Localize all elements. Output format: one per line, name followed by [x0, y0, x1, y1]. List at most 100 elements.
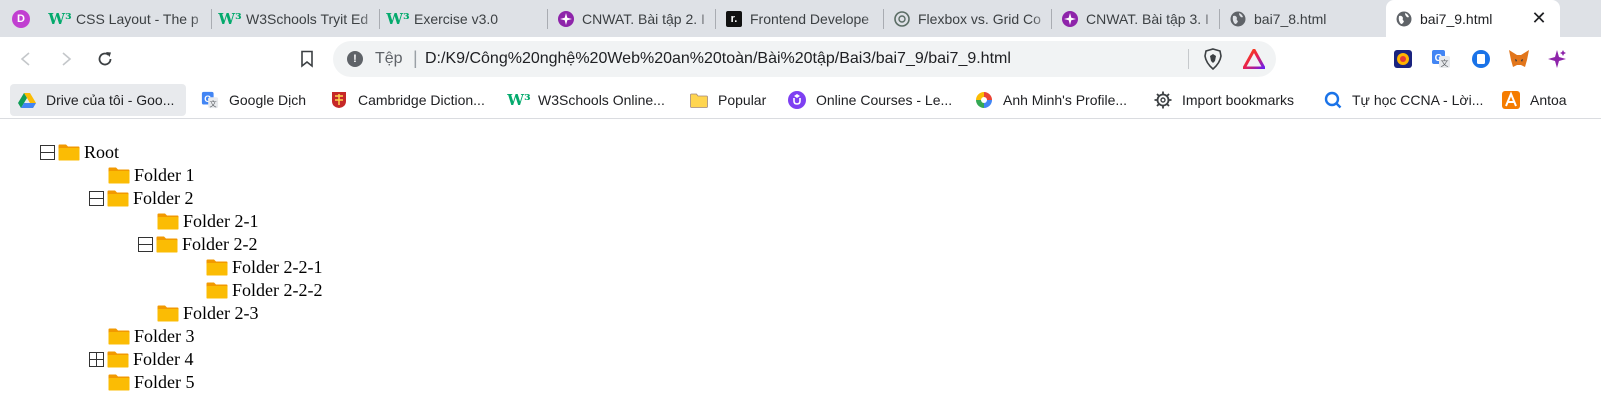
google-translate-button[interactable]: G文: [1430, 48, 1452, 70]
metamask-icon: [1509, 50, 1529, 67]
folder-icon: [108, 328, 130, 345]
tree-node-label[interactable]: Folder 1: [134, 165, 195, 186]
bookmark-w3schools-online[interactable]: W³ W3Schools Online...: [502, 84, 673, 116]
folder-icon: [107, 351, 129, 368]
collapse-toggle-icon[interactable]: [40, 145, 55, 160]
tab-bai7-8[interactable]: bai7_8.html: [1220, 0, 1386, 37]
tree-node-label[interactable]: Folder 2-3: [183, 303, 259, 324]
tab-cnwat-2[interactable]: CNWAT. Bài tập 2. I: [548, 0, 716, 37]
reload-icon: [98, 52, 112, 66]
tree-node: Root: [40, 141, 119, 164]
tree-node: Folder 2-2-1: [206, 256, 322, 279]
reload-button[interactable]: [91, 45, 119, 73]
tree-node-label[interactable]: Folder 2-2-1: [232, 257, 322, 278]
bookmark-label: Drive của tôi - Goo...: [46, 92, 175, 108]
collapse-toggle-icon[interactable]: [138, 237, 153, 252]
address-bar[interactable]: ! Tệp | D:/K9/Công%20nghệ%20Web%20an%20t…: [333, 41, 1276, 77]
sparkle-icon: [558, 10, 574, 27]
bookmark-anh-minh-profile[interactable]: Anh Minh's Profile...: [967, 84, 1135, 116]
folder-icon: [157, 213, 179, 230]
swirl-icon: [975, 91, 993, 109]
tab-flexbox-vs-grid[interactable]: Flexbox vs. Grid Co: [884, 0, 1052, 37]
tree-node: Folder 2-3: [157, 302, 259, 325]
gear-icon: [1154, 91, 1172, 109]
bookmark-google-drive[interactable]: Drive của tôi - Goo...: [10, 84, 186, 116]
expand-toggle-icon[interactable]: [89, 352, 104, 367]
tab-bai7-9[interactable]: bai7_9.html ✕: [1386, 0, 1560, 37]
forward-button[interactable]: [52, 45, 80, 73]
tab-label: CNWAT. Bài tập 2. I: [582, 10, 705, 27]
brave-rewards-button[interactable]: [1243, 48, 1265, 70]
tree-node-label[interactable]: Folder 2: [133, 188, 194, 209]
bookmark-label: Tự học CCNA - Lời...: [1352, 92, 1484, 108]
close-tab-icon[interactable]: ✕: [1530, 9, 1548, 27]
profile-d-icon: D: [12, 9, 30, 28]
tree-node-label[interactable]: Folder 4: [133, 349, 194, 370]
tab-css-layout[interactable]: W³ CSS Layout - The p: [42, 0, 212, 37]
bookmark-label: W3Schools Online...: [538, 92, 665, 108]
omnibox-divider: [1188, 49, 1189, 69]
tab-strip: D W³ CSS Layout - The p W³ W3Schools Try…: [0, 0, 1601, 37]
tab-w3schools-tryit[interactable]: W³ W3Schools Tryit Ed: [212, 0, 380, 37]
brave-shield-icon: [1204, 48, 1222, 70]
tree-node: Folder 2-2-2: [206, 279, 322, 302]
tree-node-label[interactable]: Folder 3: [134, 326, 195, 347]
globe-icon: [1230, 11, 1246, 27]
bookmark-tu-hoc-ccna[interactable]: Tự học CCNA - Lời...: [1316, 84, 1491, 116]
tree-node-label[interactable]: Folder 5: [134, 372, 195, 393]
info-icon[interactable]: !: [347, 51, 363, 67]
tree-node: Folder 1: [108, 164, 195, 187]
bookmark-folder-popular[interactable]: Popular: [682, 84, 774, 116]
bookmark-google-translate[interactable]: G文 Google Dịch: [193, 84, 314, 116]
tree-node: Folder 4: [89, 348, 194, 371]
bookmark-page-button[interactable]: [293, 45, 321, 73]
back-button[interactable]: [12, 45, 40, 73]
bookmark-icon: [301, 50, 313, 68]
tab-exercise[interactable]: W³ Exercise v3.0: [380, 0, 548, 37]
bookmark-antoan[interactable]: Antoa: [1494, 84, 1601, 116]
svg-text:文: 文: [210, 99, 217, 108]
navigation-toolbar: ! Tệp | D:/K9/Công%20nghệ%20Web%20an%20t…: [0, 37, 1601, 81]
tree-node-label[interactable]: Folder 2-2: [182, 234, 258, 255]
extension-button-1[interactable]: [1392, 48, 1414, 70]
udemy-icon: [788, 91, 806, 109]
folder-icon: [157, 305, 179, 322]
google-translate-icon: G文: [201, 91, 219, 109]
w3schools-icon: W³: [507, 91, 531, 109]
bookmark-cambridge-dictionary[interactable]: Cambridge Diction...: [322, 84, 493, 116]
a-logo-icon: [1502, 91, 1520, 109]
folder-icon: [107, 190, 129, 207]
bookmarks-bar: Drive của tôi - Goo... G文 Google Dịch Ca…: [0, 81, 1601, 119]
tree-node-label[interactable]: Root: [84, 142, 119, 163]
extension-button-3[interactable]: [1470, 48, 1492, 70]
bookmark-import-bookmarks[interactable]: Import bookmarks: [1146, 84, 1302, 116]
folder-icon: [690, 91, 708, 109]
bookmark-label: Popular: [718, 92, 767, 108]
collapse-toggle-icon[interactable]: [89, 191, 104, 206]
globe-icon: [1396, 11, 1412, 27]
bookmark-online-courses[interactable]: Online Courses - Le...: [780, 84, 960, 116]
tree-node-label[interactable]: Folder 2-1: [183, 211, 259, 232]
brave-shield-button[interactable]: [1202, 48, 1224, 70]
tab-label: Flexbox vs. Grid Co: [918, 10, 1041, 27]
page-content: Root Folder 1 Folder 2 Folder 2-1 Folder 2-2…: [0, 120, 1601, 416]
tab-label: W3Schools Tryit Ed: [246, 10, 369, 27]
tab-frontend-developer[interactable]: r. Frontend Develope: [716, 0, 884, 37]
folder-icon: [156, 236, 178, 253]
url-text[interactable]: D:/K9/Công%20nghệ%20Web%20an%20toàn/Bài%…: [425, 50, 1011, 68]
tab-profile[interactable]: D: [0, 0, 40, 37]
roadmap-icon: r.: [726, 10, 742, 27]
folder-icon: [108, 167, 130, 184]
tree-node-label[interactable]: Folder 2-2-2: [232, 280, 322, 301]
extension-icon-1: [1394, 50, 1412, 68]
google-translate-icon: G文: [1432, 50, 1450, 68]
w3schools-icon: W³: [48, 9, 72, 28]
bookmark-label: Online Courses - Le...: [816, 92, 953, 108]
folder-icon: [206, 259, 228, 276]
search-c-icon: [1324, 91, 1342, 109]
metamask-button[interactable]: [1508, 48, 1530, 70]
sparkle-icon: [1062, 10, 1078, 27]
folder-icon: [206, 282, 228, 299]
sparkle-extension-button[interactable]: [1546, 48, 1568, 70]
tab-cnwat-3[interactable]: CNWAT. Bài tập 3. I: [1052, 0, 1220, 37]
